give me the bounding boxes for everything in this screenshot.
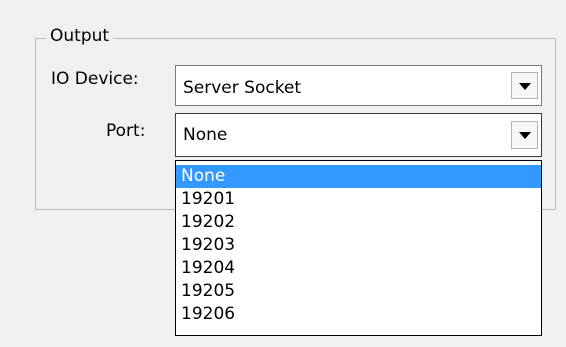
port-value: None xyxy=(183,125,228,145)
port-option[interactable]: 19203 xyxy=(176,234,541,257)
io-device-label: IO Device: xyxy=(51,69,139,89)
io-device-value: Server Socket xyxy=(183,78,302,98)
port-option[interactable]: 19205 xyxy=(176,280,541,303)
output-group-title: Output xyxy=(46,26,114,46)
port-option[interactable]: 19204 xyxy=(176,257,541,280)
port-option[interactable]: 19201 xyxy=(176,188,541,211)
chevron-down-icon xyxy=(519,83,531,90)
chevron-down-icon xyxy=(519,132,531,139)
port-combobox[interactable]: None xyxy=(175,113,542,157)
io-device-combobox[interactable]: Server Socket xyxy=(175,65,542,106)
io-device-dropdown-button[interactable] xyxy=(511,72,538,99)
port-option[interactable]: 19206 xyxy=(176,303,541,326)
port-dropdown-list: None 19201 19202 19203 19204 19205 19206 xyxy=(175,160,542,336)
port-option[interactable]: None xyxy=(176,165,541,188)
port-option[interactable]: 19202 xyxy=(176,211,541,234)
port-dropdown-button[interactable] xyxy=(511,121,538,149)
port-label: Port: xyxy=(106,121,146,141)
